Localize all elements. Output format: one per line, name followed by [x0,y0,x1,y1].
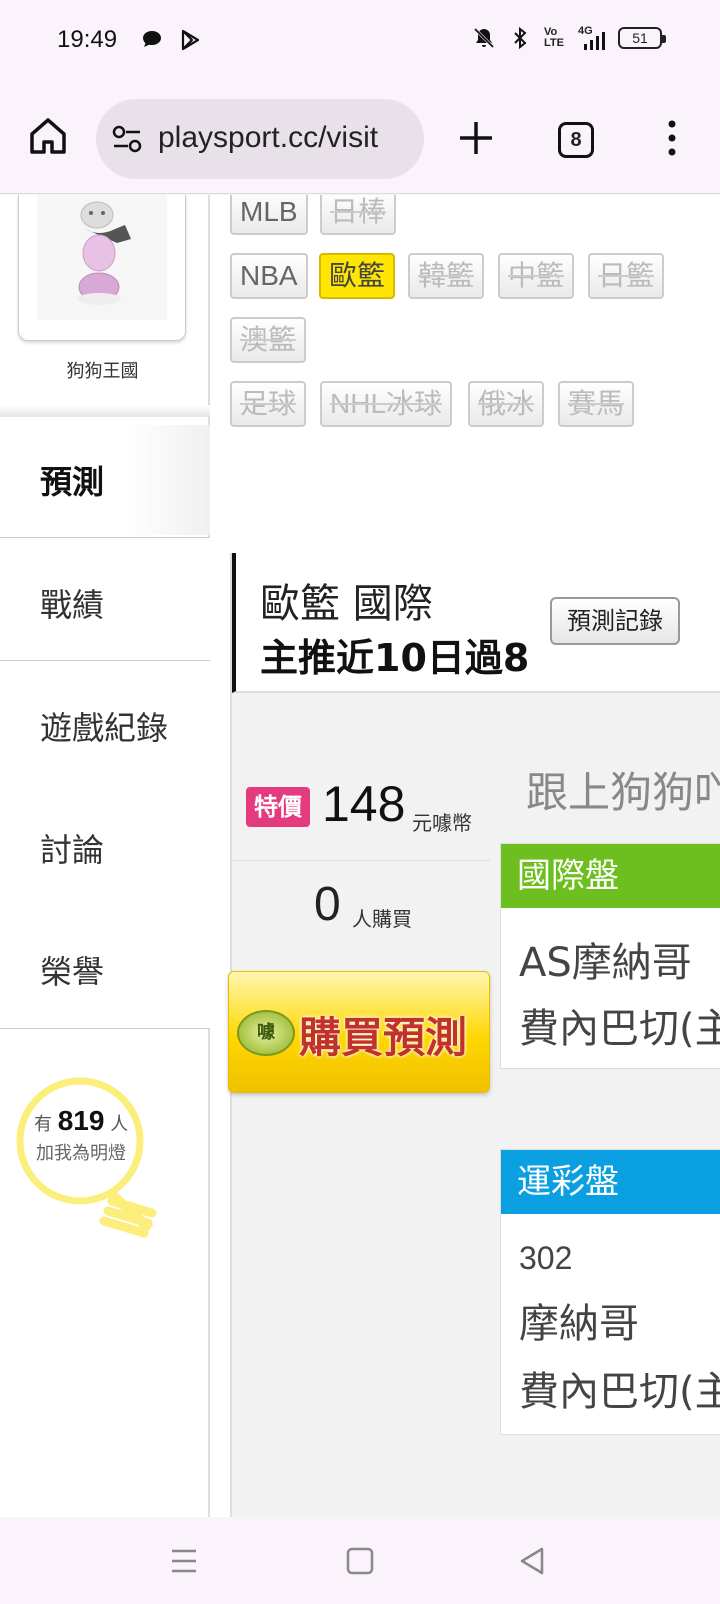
price-value: 148 [322,776,406,832]
international-odds-card: 國際盤 AS摩納哥 費內巴切(主 [500,843,720,1069]
lottery-odds-title: 運彩盤 [501,1150,720,1214]
international-odds-title: 國際盤 [501,844,720,908]
buy-prediction-label: 購買預測 [299,1013,468,1062]
tag-npb[interactable]: 日棒 [320,195,397,235]
coin-icon: 噱 [237,1010,295,1056]
game-number: 302 [519,1240,573,1276]
browser-toolbar: playsport.cc/visit 8 [0,82,720,194]
sidebar-item-label: 討論 [40,831,105,869]
system-icons: Vo LTE 4G 51 [472,26,666,50]
sidebar-item-game-log[interactable]: 遊戲紀錄 [0,661,210,785]
sidebar-item-label: 戰績 [40,586,105,624]
lottery-odds-card: 運彩盤 302 摩納哥 費內巴切(主 [500,1149,720,1435]
prediction-record-button[interactable]: 預測記錄 [550,597,680,645]
tag-khl[interactable]: 俄冰 [468,381,545,427]
sidebar-item-discussion[interactable]: 討論 [0,783,210,907]
address-bar[interactable]: playsport.cc/visit [96,99,424,179]
tag-japan-basketball[interactable]: 日籃 [588,253,665,299]
volte-icon: Vo LTE [544,26,564,49]
light-bulb-icon[interactable] [14,1075,164,1255]
more-menu-icon[interactable] [660,118,684,158]
sidebar-item-honor[interactable]: 榮譽 [0,905,210,1029]
prediction-header: 歐籃 國際 主推近10日過8 預測記錄 [232,553,720,693]
team-home: 費內巴切(主 [519,1369,720,1415]
team-home: 費內巴切(主 [519,1006,720,1052]
recent-apps-icon[interactable] [164,1541,204,1581]
follow-text: 跟上狗狗吖 [526,768,720,817]
status-time: 19:49 [57,26,118,53]
price-box: 特價 148 元噱幣 [232,755,492,865]
tag-horse-racing[interactable]: 賽馬 [558,381,635,427]
divider [0,405,210,417]
notification-icons [140,28,202,52]
fans-count: 819 [57,1105,105,1136]
currency-label: 元噱幣 [412,811,472,835]
signal-icon: 4G [578,26,606,50]
home-nav-icon[interactable] [340,1541,380,1581]
fans-unit: 人 [110,1114,129,1135]
home-icon[interactable] [26,114,70,158]
play-store-icon [181,29,200,51]
tag-mlb[interactable]: MLB [230,195,308,235]
sidebar-item-record[interactable]: 戰績 [0,537,210,661]
fans-prefix: 有 [34,1114,52,1135]
bluetooth-icon [514,26,527,50]
team-away: 摩納哥 [519,1301,639,1347]
page-content: 狗狗王國 預測 戰績 遊戲紀錄 討論 榮譽 有 819 人 加我為明燈 MLB [0,195,720,1517]
tag-soccer[interactable]: 足球 [230,381,307,427]
back-icon[interactable] [512,1541,552,1581]
tag-china-basketball[interactable]: 中籃 [498,253,575,299]
user-name[interactable]: 狗狗王國 [0,357,205,383]
tag-korea-basketball[interactable]: 韓籃 [408,253,485,299]
divider [232,860,490,861]
tab-switcher-icon[interactable]: 8 [558,122,594,158]
avatar[interactable] [18,195,186,341]
tag-nhl[interactable]: NHL冰球 [320,381,453,427]
sidebar-item-predict[interactable] [0,425,210,535]
new-tab-icon[interactable] [456,118,496,158]
chat-icon [143,31,161,47]
fans-count-line: 有 819 人 [34,1105,128,1137]
team-away: AS摩納哥 [519,940,692,986]
tag-nba[interactable]: NBA [230,253,308,299]
tag-australia-basketball[interactable]: 澳籃 [230,317,307,363]
crystal-dog-figure [77,201,131,305]
buyers-label: 人購買 [352,907,412,931]
follow-label[interactable]: 加我為明燈 [36,1139,126,1165]
sidebar-item-label: 榮譽 [40,953,105,991]
headline: 主推近10日過8 [260,636,530,680]
sidebar-section-title[interactable]: 預測 [40,457,104,503]
status-bar: 19:49 Vo LTE 4G 51 [0,0,720,82]
site-settings-icon[interactable] [112,125,142,153]
system-nav-bar [0,1517,720,1604]
sidebar-item-label: 遊戲紀錄 [40,709,169,747]
url-text[interactable]: playsport.cc/visit [158,121,378,155]
league-title: 歐籃 國際 [260,581,433,627]
mute-icon [473,27,495,49]
buyers-count: 0 [314,878,341,931]
tag-euro-basketball[interactable]: 歐籃 [319,253,396,299]
buy-prediction-button[interactable]: 噱 購買預測 [228,971,490,1093]
special-price-badge: 特價 [246,787,310,827]
avatar-image [37,195,167,320]
battery-icon: 51 [618,27,666,49]
sidebar: 狗狗王國 預測 戰績 遊戲紀錄 討論 榮譽 有 819 人 加我為明燈 [0,195,210,1517]
